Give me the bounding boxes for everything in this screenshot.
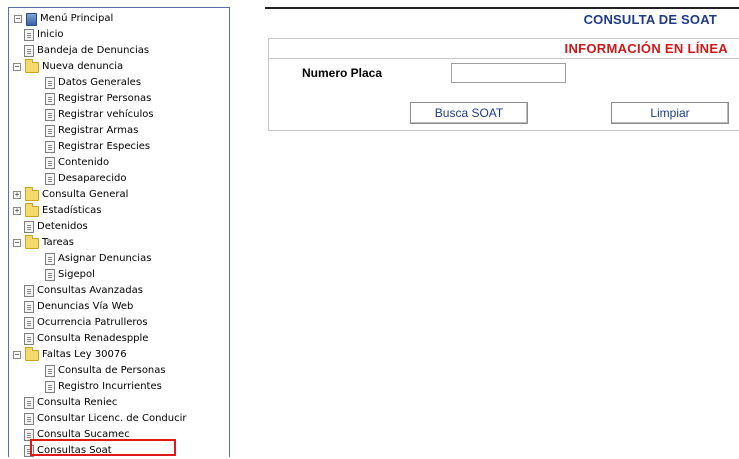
- navigation-tree: − Menú Principal Inicio Bandeja de Denuncia…: [8, 7, 230, 457]
- page-title: CONSULTA DE SOAT: [583, 12, 717, 27]
- tree-item-label: Consultas Avanzadas: [37, 285, 143, 296]
- tree-item[interactable]: Consulta Renadespple: [24, 331, 148, 347]
- selected-item-highlight: [30, 439, 176, 456]
- tree-item-label: Desaparecido: [58, 173, 127, 184]
- tree-item[interactable]: Consulta de Personas: [45, 363, 166, 379]
- tree-item[interactable]: Denuncias Vía Web: [24, 299, 133, 315]
- tree-item-label: Registrar Personas: [58, 93, 152, 104]
- document-icon: [45, 157, 55, 169]
- tree-item[interactable]: Registrar Especies: [45, 139, 150, 155]
- tree-item[interactable]: Sigepol: [45, 267, 95, 283]
- tree-item-label: Registrar vehículos: [58, 109, 154, 120]
- tree-item[interactable]: Consulta Reniec: [24, 395, 117, 411]
- tree-item[interactable]: − Nueva denuncia: [13, 58, 124, 75]
- folder-icon: [25, 186, 39, 201]
- document-icon: [24, 301, 34, 313]
- tree-item[interactable]: Ocurrencia Patrulleros: [24, 315, 148, 331]
- folder-icon: [25, 202, 39, 217]
- document-icon: [24, 285, 34, 297]
- clear-button[interactable]: Limpiar: [611, 102, 729, 124]
- tree-item-label: Detenidos: [37, 221, 88, 232]
- tree-item[interactable]: Inicio: [24, 27, 63, 43]
- tree-item-label: Registrar Especies: [58, 141, 151, 152]
- collapse-icon[interactable]: −: [13, 239, 21, 247]
- tree-item-label: Asignar Denuncias: [58, 253, 152, 264]
- document-icon: [45, 365, 55, 377]
- document-icon: [45, 269, 55, 281]
- tree-item-label: Faltas Ley 30076: [42, 349, 127, 360]
- tree-item-label: Contenido: [58, 157, 110, 168]
- plate-number-label: Numero Placa: [302, 66, 383, 80]
- tree-item-label: Estadísticas: [42, 205, 102, 216]
- tree-item-label: Consulta de Personas: [58, 365, 166, 376]
- tree-item[interactable]: + Estadísticas: [13, 202, 102, 219]
- document-icon: [45, 141, 55, 153]
- document-icon: [24, 221, 34, 233]
- document-icon: [24, 413, 34, 425]
- tree-item-label: Denuncias Vía Web: [37, 301, 134, 312]
- tree-item-label: Consulta Renadespple: [37, 333, 149, 344]
- document-icon: [45, 77, 55, 89]
- document-icon: [45, 125, 55, 137]
- tree-item-label: Sigepol: [58, 269, 95, 280]
- tree-item[interactable]: Consultas Avanzadas: [24, 283, 143, 299]
- tree-item[interactable]: Registrar Personas: [45, 91, 151, 107]
- tree-item-label: Nueva denuncia: [42, 61, 124, 72]
- tree-item[interactable]: Asignar Denuncias: [45, 251, 151, 267]
- folder-icon: [25, 346, 39, 361]
- soat-form-panel: INFORMACIÓN EN LÍNEA Numero Placa Busca …: [268, 38, 739, 131]
- tree-item[interactable]: − Tareas: [13, 234, 74, 251]
- tree-item[interactable]: − Faltas Ley 30076: [13, 346, 127, 363]
- tree-item[interactable]: + Consulta General: [13, 186, 129, 203]
- panel-divider: [269, 58, 739, 59]
- tree-item[interactable]: Contenido: [45, 155, 109, 171]
- tree-item[interactable]: Bandeja de Denuncias: [24, 43, 149, 59]
- tree-item[interactable]: Registrar Armas: [45, 123, 138, 139]
- tree-item-label: Registrar Armas: [58, 125, 139, 136]
- tree-item-label: Inicio: [37, 29, 64, 40]
- document-icon: [45, 381, 55, 393]
- tree-item-label: Consulta General: [42, 189, 129, 200]
- document-icon: [24, 397, 34, 409]
- document-icon: [45, 93, 55, 105]
- tree-item[interactable]: Registrar vehículos: [45, 107, 154, 123]
- document-icon: [45, 173, 55, 185]
- folder-icon: [25, 58, 39, 73]
- document-icon: [45, 253, 55, 265]
- tree-item-label: Bandeja de Denuncias: [37, 45, 150, 56]
- document-icon: [24, 45, 34, 57]
- tree-item-label: Registro Incurrientes: [58, 381, 162, 392]
- document-icon: [24, 29, 34, 41]
- document-icon: [24, 333, 34, 345]
- document-icon: [24, 317, 34, 329]
- tree-item-label: Tareas: [42, 237, 74, 248]
- document-icon: [45, 109, 55, 121]
- collapse-icon[interactable]: −: [13, 63, 21, 71]
- expand-icon[interactable]: +: [13, 191, 21, 199]
- tree-item-label: Datos Generales: [58, 77, 142, 88]
- collapse-icon[interactable]: −: [13, 351, 21, 359]
- section-subtitle: INFORMACIÓN EN LÍNEA: [564, 41, 728, 56]
- search-soat-button[interactable]: Busca SOAT: [410, 102, 528, 124]
- tree-item-label: Consultar Licenc. de Conducir: [37, 413, 187, 424]
- tree-item[interactable]: Detenidos: [24, 219, 88, 235]
- header-divider: [265, 7, 739, 9]
- tree-item-label: Consulta Reniec: [37, 397, 118, 408]
- tree-item[interactable]: Registro Incurrientes: [45, 379, 162, 395]
- tree-item[interactable]: Desaparecido: [45, 171, 126, 187]
- tree-item[interactable]: Consultar Licenc. de Conducir: [24, 411, 187, 427]
- tree-item[interactable]: Datos Generales: [45, 75, 141, 91]
- tree-item-label: Ocurrencia Patrulleros: [37, 317, 148, 328]
- expand-icon[interactable]: +: [13, 207, 21, 215]
- folder-icon: [25, 234, 39, 249]
- plate-number-input[interactable]: [451, 63, 566, 83]
